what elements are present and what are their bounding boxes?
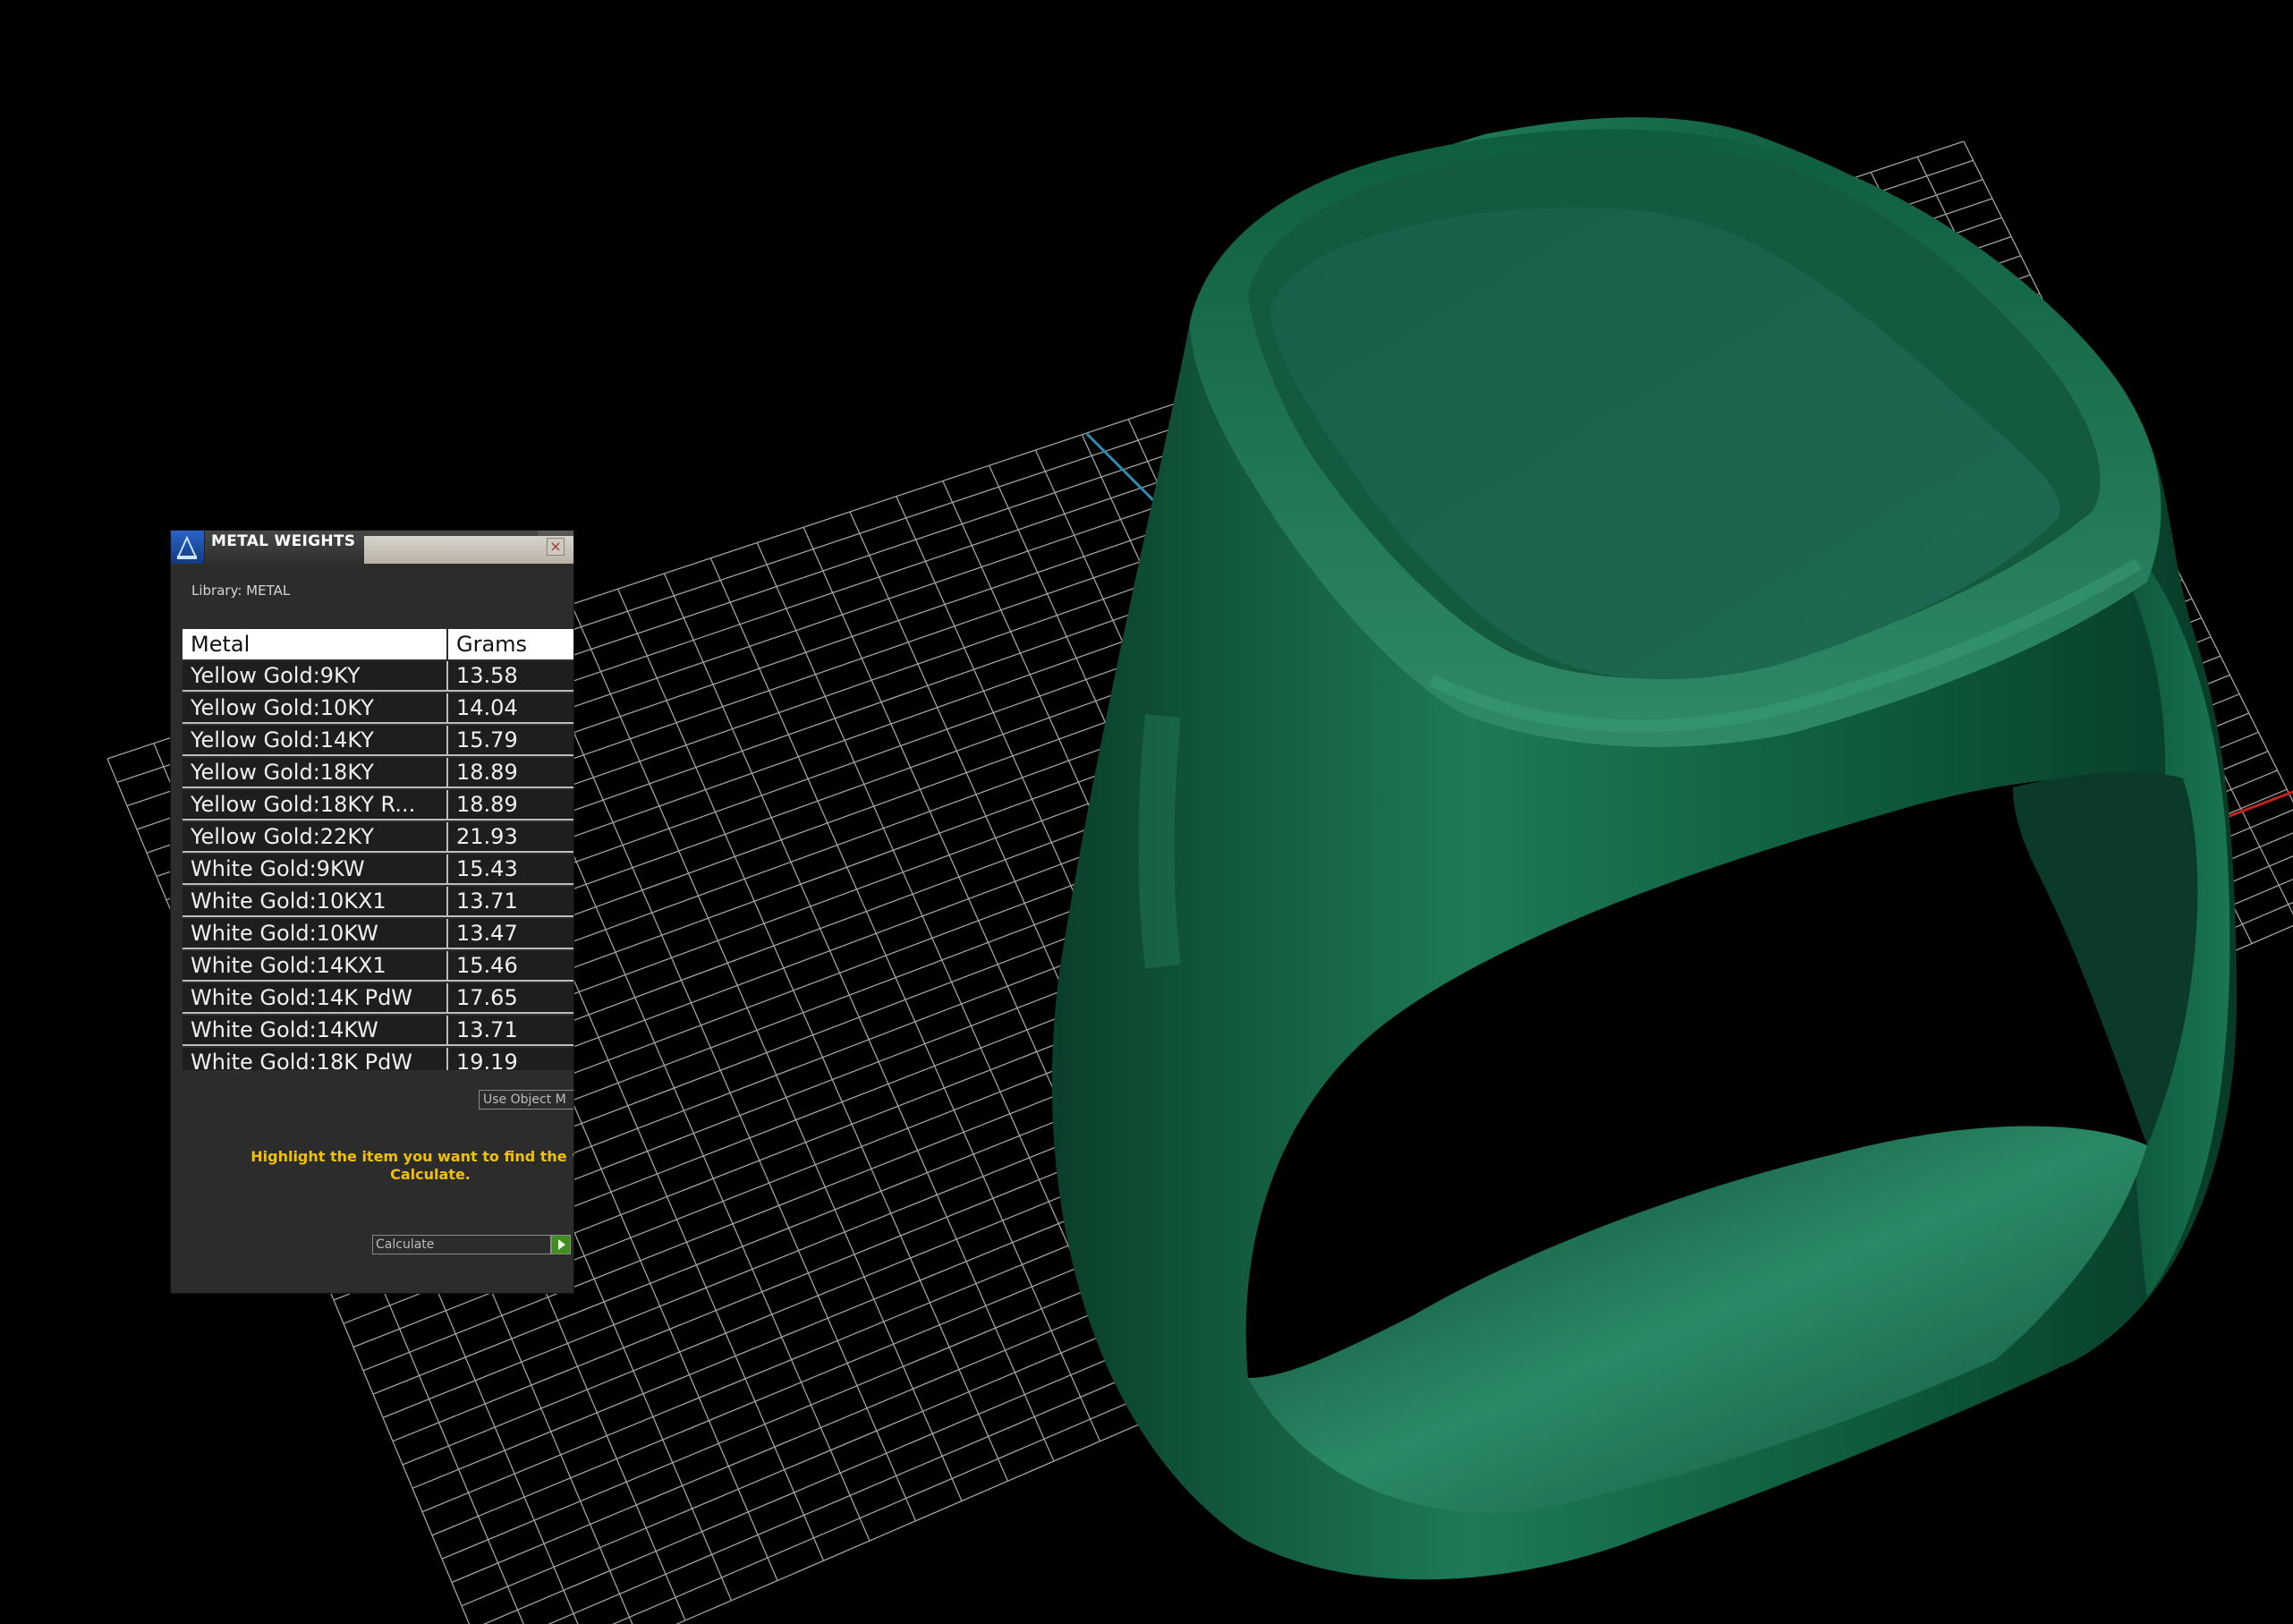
metal-cell: Yellow Gold:18KY R... xyxy=(183,790,448,819)
column-header-metal[interactable]: Metal xyxy=(183,629,448,659)
grams-cell: 19.19 xyxy=(456,1050,518,1070)
use-object-button[interactable]: Use Object M xyxy=(479,1090,573,1110)
table-row[interactable]: Yellow Gold:9KY 13.58 xyxy=(183,661,573,692)
metal-weights-table[interactable]: Metal Grams Yellow Gold:9KY 13.58 Yellow G… xyxy=(183,629,573,1070)
table-row[interactable]: Yellow Gold:14KY 15.79 xyxy=(183,726,573,756)
metal-cell: White Gold:9KW xyxy=(183,855,448,883)
panel-titlebar[interactable]: METAL WEIGHTS × xyxy=(171,531,573,564)
metal-cell: Yellow Gold:18KY xyxy=(183,758,448,786)
grams-cell: 17.65 xyxy=(456,985,518,1010)
table-row[interactable]: Yellow Gold:10KY 14.04 xyxy=(183,693,573,724)
table-row[interactable]: Yellow Gold:18KY R... 18.89 xyxy=(183,790,573,821)
table-row[interactable]: White Gold:18K PdW 19.19 xyxy=(183,1048,573,1070)
panel-title: METAL WEIGHTS xyxy=(211,532,356,550)
grams-cell: 13.47 xyxy=(456,921,518,946)
grams-cell: 15.43 xyxy=(456,856,518,881)
metal-cell: White Gold:14KX1 xyxy=(183,951,448,980)
table-row[interactable]: White Gold:14K PdW 17.65 xyxy=(183,983,573,1014)
grams-cell: 21.93 xyxy=(456,824,518,849)
metal-weights-panel[interactable]: METAL WEIGHTS × Library: METAL Metal Gra… xyxy=(171,531,573,1293)
calculate-go-button[interactable] xyxy=(551,1235,571,1254)
grams-cell: 13.71 xyxy=(456,1017,518,1042)
grams-cell: 18.89 xyxy=(456,792,518,817)
metal-cell: White Gold:14K PdW xyxy=(183,983,448,1012)
ring-model[interactable] xyxy=(1051,117,2237,1580)
metal-cell: White Gold:10KX1 xyxy=(183,887,448,915)
metal-cell: Yellow Gold:14KY xyxy=(183,726,448,754)
grams-cell: 13.71 xyxy=(456,889,518,914)
library-label: Library: METAL xyxy=(191,582,291,599)
table-row[interactable]: Yellow Gold:22KY 21.93 xyxy=(183,822,573,853)
table-row[interactable]: White Gold:10KW 13.47 xyxy=(183,919,573,949)
metal-cell: Yellow Gold:22KY xyxy=(183,822,448,851)
table-row[interactable]: White Gold:9KW 15.43 xyxy=(183,855,573,885)
table-row[interactable]: Yellow Gold:18KY 18.89 xyxy=(183,758,573,788)
metal-cell: White Gold:14KW xyxy=(183,1016,448,1044)
metal-cell: Yellow Gold:9KY xyxy=(183,661,448,690)
table-header: Metal Grams xyxy=(183,629,573,659)
grams-cell: 13.58 xyxy=(456,663,518,688)
table-row[interactable]: White Gold:10KX1 13.71 xyxy=(183,887,573,917)
metal-cell: White Gold:10KW xyxy=(183,919,448,948)
grams-cell: 15.79 xyxy=(456,727,518,752)
instruction-text: Highlight the item you want to find the … xyxy=(242,1148,573,1184)
grams-cell: 15.46 xyxy=(456,953,518,978)
metal-cell: White Gold:18K PdW xyxy=(183,1048,448,1070)
column-header-grams[interactable]: Grams xyxy=(448,629,573,659)
calculate-field[interactable]: Calculate xyxy=(372,1235,551,1254)
metal-weights-icon xyxy=(171,531,205,564)
table-row[interactable]: White Gold:14KX1 15.46 xyxy=(183,951,573,982)
panel-titlebar-filler xyxy=(364,536,538,564)
close-icon[interactable]: × xyxy=(547,538,565,556)
instruction-line-2: Calculate. xyxy=(390,1166,471,1183)
instruction-line-1: Highlight the item you want to find the … xyxy=(251,1148,573,1165)
grams-cell: 14.04 xyxy=(456,695,518,720)
table-row[interactable]: White Gold:14KW 13.71 xyxy=(183,1016,573,1046)
grams-cell: 18.89 xyxy=(456,760,518,785)
metal-cell: Yellow Gold:10KY xyxy=(183,693,448,722)
